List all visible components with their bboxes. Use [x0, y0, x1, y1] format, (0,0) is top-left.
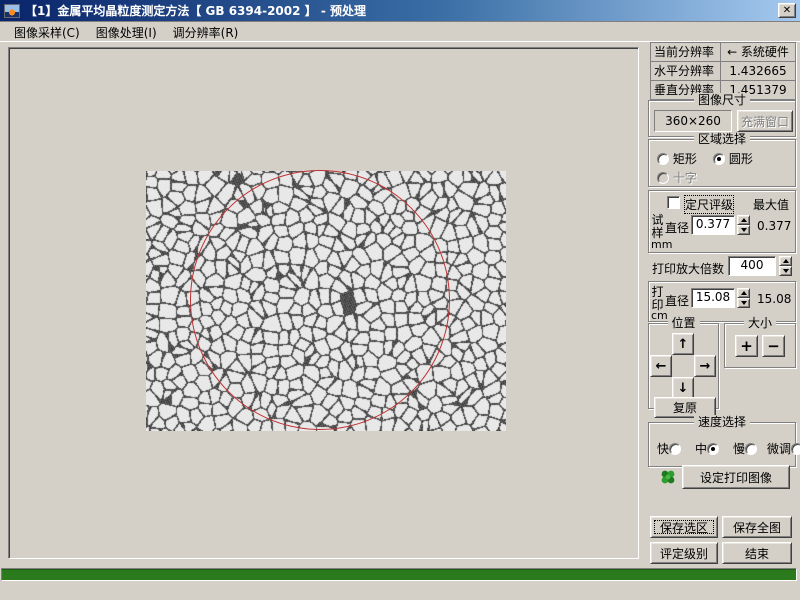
- clover-icon: [660, 469, 676, 485]
- specimen-unit-label: mm: [651, 238, 672, 251]
- speed-group-title: 速度选择: [694, 415, 750, 429]
- move-down-button[interactable]: ↓: [672, 377, 694, 399]
- table-row: 当前分辨率 ← 系统硬件: [651, 43, 795, 62]
- title-bar: 【1】金属平均晶粒度测定方法【 GB 6394-2002 】 - 预处理 ✕: [0, 0, 800, 22]
- radio-fast-icon[interactable]: [669, 443, 681, 455]
- speed-mid-option[interactable]: 中: [695, 440, 719, 457]
- speed-slow-option[interactable]: 慢: [733, 440, 757, 457]
- arrow-up-icon: ↑: [678, 337, 689, 352]
- image-size-display: 360×260: [654, 110, 732, 132]
- speed-group: 速度选择 快 中 慢 微调: [648, 422, 796, 467]
- focus-rect: [654, 520, 714, 534]
- rectangle-label: 矩形: [673, 152, 697, 166]
- horizontal-resolution-label: 水平分辨率: [651, 62, 721, 80]
- specimen-max-value: 0.377: [757, 219, 791, 233]
- radio-slow-icon[interactable]: [745, 443, 757, 455]
- stepper-down-icon[interactable]: [779, 266, 792, 276]
- menu-adjust-resolution[interactable]: 调分辨率(R): [165, 22, 247, 43]
- stepper-down-icon[interactable]: [737, 225, 750, 235]
- arrow-down-icon: ↓: [678, 381, 689, 396]
- horizontal-resolution-value: 1.432665: [721, 62, 795, 80]
- progress-bar-fill: [2, 569, 796, 580]
- grain-image-container: [146, 171, 506, 431]
- arrow-left-icon: ←: [656, 359, 667, 374]
- window-title: 【1】金属平均晶粒度测定方法【 GB 6394-2002 】 - 预处理: [25, 2, 778, 19]
- stepper-down-icon[interactable]: [737, 298, 750, 308]
- position-group-title: 位置: [667, 316, 699, 330]
- current-resolution-value: ← 系统硬件: [721, 43, 795, 61]
- specimen-group: 定尺评级 最大值 试样 直径 0.377 0.377 mm: [648, 190, 796, 253]
- radio-fine-icon[interactable]: [791, 443, 800, 455]
- region-select-group-title: 区域选择: [694, 132, 750, 146]
- size-plus-button[interactable]: +: [735, 335, 758, 357]
- circle-label: 圆形: [729, 152, 753, 166]
- window-icon: [4, 4, 20, 18]
- stepper-up-icon[interactable]: [737, 288, 750, 298]
- radio-cross-icon: [657, 172, 669, 184]
- cross-label: 十字: [673, 171, 697, 185]
- speed-fast-option[interactable]: 快: [657, 440, 681, 457]
- image-work-area: [8, 47, 639, 559]
- fixed-scale-checkbox[interactable]: [667, 196, 680, 209]
- application-window: { "window": { "title": "【1】金属平均晶粒度测定方法【 …: [0, 0, 800, 600]
- progress-bar: [1, 568, 797, 581]
- radio-circle-icon[interactable]: [713, 153, 725, 165]
- minus-icon: −: [767, 337, 780, 355]
- close-button[interactable]: ✕: [778, 3, 796, 18]
- size-group: 大小 + −: [724, 323, 796, 368]
- fine-label: 微调: [767, 442, 791, 456]
- menu-image-process[interactable]: 图像处理(I): [88, 22, 165, 43]
- print-diameter-label: 直径: [665, 292, 689, 309]
- slow-label: 慢: [733, 442, 745, 456]
- control-panel: 当前分辨率 ← 系统硬件 水平分辨率 1.432665 垂直分辨率 1.4513…: [644, 40, 800, 585]
- radio-rectangle-icon[interactable]: [657, 153, 669, 165]
- size-minus-button[interactable]: −: [762, 335, 785, 357]
- arrow-right-icon: →: [700, 359, 711, 374]
- region-select-group: 区域选择 矩形 圆形 十字: [648, 139, 796, 187]
- stepper-up-icon[interactable]: [779, 256, 792, 266]
- print-max-value: 15.08: [757, 292, 791, 306]
- radio-circle[interactable]: 圆形: [713, 150, 753, 167]
- print-magnification-stepper[interactable]: [779, 256, 792, 276]
- speed-fine-option[interactable]: 微调: [767, 440, 800, 457]
- size-group-title: 大小: [744, 316, 776, 330]
- current-resolution-label: 当前分辨率: [651, 43, 721, 61]
- radio-cross: 十字: [657, 169, 697, 186]
- set-print-image-button[interactable]: 设定打印图像: [682, 465, 790, 489]
- mid-label: 中: [695, 442, 707, 456]
- image-size-group-title: 图像尺寸: [694, 93, 750, 107]
- print-diameter-stepper[interactable]: [737, 288, 750, 308]
- radio-rectangle[interactable]: 矩形: [657, 150, 697, 167]
- fill-window-button: 充满窗口: [737, 110, 793, 132]
- specimen-diameter-input[interactable]: 0.377: [691, 215, 735, 235]
- radio-mid-icon[interactable]: [707, 443, 719, 455]
- specimen-diameter-stepper[interactable]: [737, 215, 750, 235]
- save-full-image-button[interactable]: 保存全图: [722, 516, 792, 538]
- circle-selection-overlay[interactable]: [190, 170, 450, 430]
- specimen-side-label: 试样: [651, 214, 664, 240]
- end-button[interactable]: 结束: [722, 542, 792, 564]
- max-value-label: 最大值: [753, 196, 789, 213]
- print-magnification-input[interactable]: 400: [728, 256, 776, 276]
- resolution-table: 当前分辨率 ← 系统硬件 水平分辨率 1.432665 垂直分辨率 1.4513…: [650, 42, 796, 100]
- save-selection-button[interactable]: 保存选区: [650, 516, 718, 538]
- move-up-button[interactable]: ↑: [672, 333, 694, 355]
- stepper-up-icon[interactable]: [737, 215, 750, 225]
- move-left-button[interactable]: ←: [650, 355, 672, 377]
- plus-icon: +: [740, 337, 753, 355]
- print-magnification-label: 打印放大倍数: [652, 260, 724, 277]
- rate-level-button[interactable]: 评定级别: [650, 542, 718, 564]
- table-row: 水平分辨率 1.432665: [651, 62, 795, 81]
- print-diameter-input[interactable]: 15.08: [691, 288, 735, 308]
- print-unit-label: cm: [651, 309, 668, 322]
- fast-label: 快: [657, 442, 669, 456]
- fixed-scale-label[interactable]: 定尺评级: [685, 196, 733, 213]
- specimen-diameter-label: 直径: [665, 219, 689, 236]
- menu-image-capture[interactable]: 图像采样(C): [6, 22, 88, 43]
- move-right-button[interactable]: →: [694, 355, 716, 377]
